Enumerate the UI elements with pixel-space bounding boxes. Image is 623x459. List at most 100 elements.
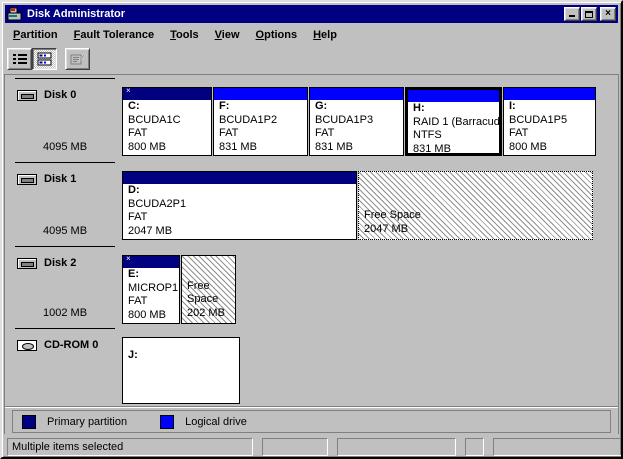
disk-info-cd-rom-0: CD-ROM 0	[5, 337, 122, 403]
partition-blocks: ×C:BCUDA1CFAT800 MBF:BCUDA1P2FAT831 MBG:…	[122, 87, 597, 159]
disk-row-separator	[15, 246, 115, 247]
partition-color-bar	[504, 88, 595, 100]
close-icon: ×	[605, 9, 611, 19]
disk-administrator-window: Disk Administrator × PartitionFault Tole…	[0, 0, 623, 459]
disk-info-disk-0: Disk 04095 MB	[5, 87, 122, 159]
partition-text: E:MICROP1FAT800 MB	[123, 268, 179, 322]
disk-size: 1002 MB	[43, 307, 122, 319]
free-space-label: Free Space	[187, 280, 235, 307]
partition-color-bar: ×	[123, 88, 211, 100]
partition-block-h[interactable]: H:RAID 1 (BarracudNTFS831 MB	[405, 87, 502, 156]
free-space-block[interactable]: Free Space202 MB	[181, 255, 236, 324]
partition-size: 831 MB	[219, 141, 307, 155]
file-system: FAT	[128, 295, 179, 309]
legend-item-logical-drive: Logical drive	[160, 415, 247, 429]
partition-size: 2047 MB	[128, 225, 356, 239]
disk-row-disk-2: Disk 21002 MB×E:MICROP1FAT800 MBFree Spa…	[5, 243, 618, 325]
legend: Primary partition Logical drive	[12, 410, 611, 433]
title-bar[interactable]: Disk Administrator ×	[5, 5, 618, 23]
legend-item-primary-partition: Primary partition	[22, 415, 127, 429]
partition-block-d[interactable]: D:BCUDA2P1FAT2047 MB	[122, 171, 357, 240]
drive-letter: I:	[509, 100, 595, 114]
disk-row-cd-rom-0: CD-ROM 0 J:	[5, 325, 618, 403]
menu-item-help[interactable]: Help	[305, 26, 345, 44]
partition-block-j[interactable]: J:	[122, 337, 240, 404]
partition-block-e[interactable]: ×E:MICROP1FAT800 MB	[122, 255, 180, 324]
partition-text: C:BCUDA1CFAT800 MB	[123, 100, 211, 154]
partition-block-i[interactable]: I:BCUDA1P5FAT800 MB	[503, 87, 596, 156]
toolbar-button-disk-regions-view[interactable]	[32, 48, 57, 70]
toolbar-button-properties	[65, 48, 90, 70]
disk-head: Disk 0	[17, 89, 122, 101]
partition-size: 800 MB	[128, 141, 211, 155]
hard-disk-icon	[17, 174, 37, 185]
legend-swatch-primary-partition	[22, 415, 36, 429]
disk-name: Disk 0	[44, 89, 76, 101]
partition-size: 800 MB	[128, 309, 179, 323]
hard-disk-icon	[17, 90, 37, 101]
menu-item-partition[interactable]: Partition	[5, 26, 66, 44]
volume-label: BCUDA1P5	[509, 114, 595, 128]
disk-name: Disk 1	[44, 173, 76, 185]
app-icon	[7, 7, 23, 21]
volume-label: BCUDA1P3	[315, 114, 403, 128]
partition-text: G:BCUDA1P3FAT831 MB	[310, 100, 403, 154]
properties-icon	[70, 52, 86, 66]
partition-block-f[interactable]: F:BCUDA1P2FAT831 MB	[213, 87, 308, 156]
partition-block-c[interactable]: ×C:BCUDA1CFAT800 MB	[122, 87, 212, 156]
close-button[interactable]: ×	[600, 7, 616, 21]
menu-item-fault-tolerance[interactable]: Fault Tolerance	[66, 26, 163, 44]
partition-block-g[interactable]: G:BCUDA1P3FAT831 MB	[309, 87, 404, 156]
free-space-label: Free Space	[364, 209, 592, 223]
partition-color-bar	[214, 88, 307, 100]
hard-disk-icon	[17, 258, 37, 269]
disk-row-disk-1: Disk 14095 MBD:BCUDA2P1FAT2047 MBFree Sp…	[5, 159, 618, 243]
disk-name: CD-ROM 0	[44, 339, 98, 351]
partition-size: 800 MB	[509, 141, 595, 155]
file-system: FAT	[315, 127, 403, 141]
file-system: FAT	[128, 211, 356, 225]
free-space-size: 202 MB	[187, 307, 235, 321]
drive-letter: C:	[128, 100, 211, 114]
status-field	[493, 438, 623, 456]
drive-letter: D:	[128, 184, 356, 198]
status-bar: Multiple items selected	[4, 434, 619, 459]
minimize-button[interactable]	[564, 7, 580, 21]
partition-blocks: J:	[122, 337, 241, 403]
status-message-field: Multiple items selected	[7, 438, 253, 456]
volume-label: BCUDA1C	[128, 114, 211, 128]
maximize-button[interactable]	[581, 7, 597, 21]
disk-row-separator	[15, 78, 115, 79]
file-system: FAT	[128, 127, 211, 141]
volume-label: BCUDA2P1	[128, 198, 356, 212]
partition-text: I:BCUDA1P5FAT800 MB	[504, 100, 595, 154]
partition-text: F:BCUDA1P2FAT831 MB	[214, 100, 307, 154]
drive-letter: H:	[413, 102, 499, 116]
menu-bar: PartitionFault ToleranceToolsViewOptions…	[4, 24, 619, 45]
partition-color-bar	[123, 172, 356, 184]
file-system: NTFS	[413, 129, 499, 143]
volume-label: RAID 1 (Barracud	[413, 116, 499, 130]
menu-item-view[interactable]: View	[207, 26, 248, 44]
volumes-view-icon	[12, 52, 28, 66]
menu-item-tools[interactable]: Tools	[162, 26, 207, 44]
partition-blocks: D:BCUDA2P1FAT2047 MBFree Space2047 MB	[122, 171, 594, 243]
toolbar	[4, 45, 619, 74]
volume-label: BCUDA1P2	[219, 114, 307, 128]
toolbar-button-volumes-view[interactable]	[7, 48, 32, 70]
menu-item-options[interactable]: Options	[248, 26, 306, 44]
partition-text: D:BCUDA2P1FAT2047 MB	[123, 184, 356, 238]
partition-text: H:RAID 1 (BarracudNTFS831 MB	[408, 102, 499, 156]
disk-head: Disk 2	[17, 257, 122, 269]
drive-letter: G:	[315, 100, 403, 114]
window-title: Disk Administrator	[27, 8, 563, 20]
disk-row-disk-0: Disk 04095 MB×C:BCUDA1CFAT800 MBF:BCUDA1…	[5, 75, 618, 159]
partition-size: 831 MB	[413, 143, 499, 157]
legend-swatch-logical-drive	[160, 415, 174, 429]
legend-separator	[5, 406, 618, 408]
status-field	[337, 438, 456, 456]
free-space-block[interactable]: Free Space2047 MB	[358, 171, 593, 240]
status-field	[262, 438, 328, 456]
partition-blocks: ×E:MICROP1FAT800 MBFree Space202 MB	[122, 255, 237, 325]
drive-letter: E:	[128, 268, 179, 282]
